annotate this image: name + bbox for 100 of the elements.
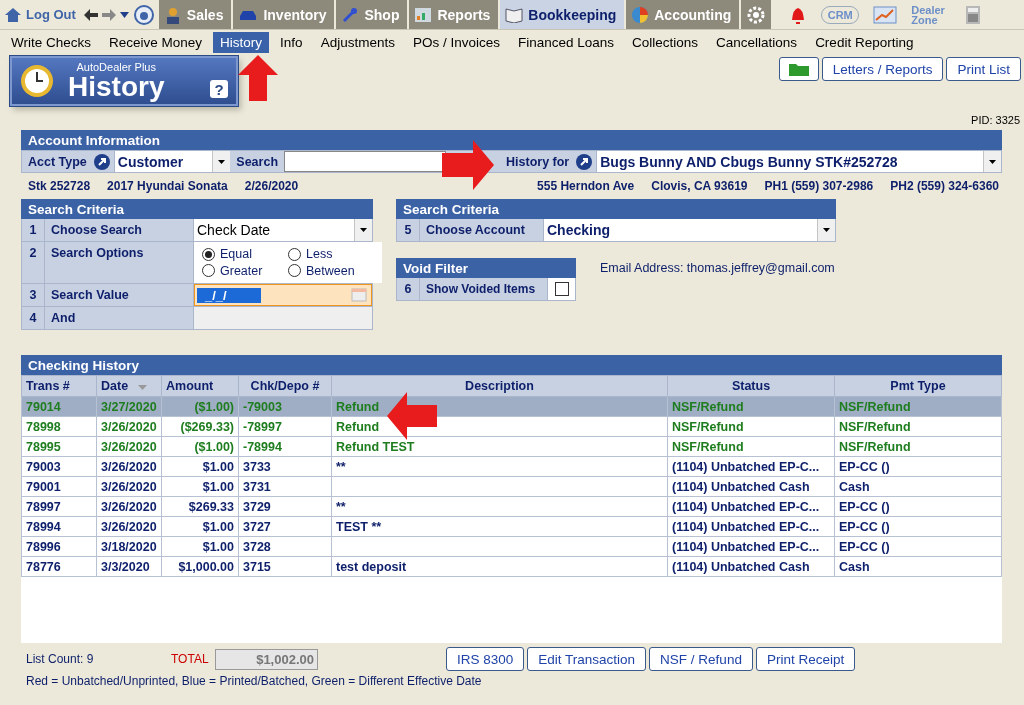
table-cell: 3/3/2020	[96, 556, 162, 577]
date-field[interactable]: _/_/	[194, 284, 372, 306]
action-button[interactable]: Print Receipt	[755, 647, 856, 671]
radio-option[interactable]: Less	[288, 247, 374, 262]
menu-item[interactable]: Receive Money	[102, 31, 210, 53]
table-cell: test deposit	[331, 556, 668, 577]
toolbar-button[interactable]: Letters / Reports	[821, 57, 944, 81]
table-cell: 3/26/2020	[96, 456, 162, 477]
table-cell: $269.33	[161, 496, 239, 517]
table-cell: 3727	[238, 516, 332, 537]
export-button[interactable]	[778, 57, 819, 81]
report-icon	[414, 6, 433, 23]
history-row[interactable]: 78994 3/26/2020 $1.00 3727 TEST ** (1104) Unbatched EP-C... EP-CC ()	[21, 516, 1002, 537]
column-header[interactable]: Description	[331, 375, 668, 397]
radio-button[interactable]	[202, 264, 215, 278]
left-arrow-icon	[387, 392, 437, 440]
menu-item[interactable]: Financed Loans	[510, 31, 622, 53]
radio-button[interactable]	[288, 264, 301, 278]
radio-option[interactable]: Between	[288, 263, 374, 278]
menu-item[interactable]: History	[213, 31, 270, 53]
table-cell: 79003	[21, 456, 97, 477]
column-header[interactable]: Amount	[161, 375, 239, 397]
panel-title: Search Criteria	[21, 199, 373, 219]
menu-item[interactable]: POs / Invoices	[405, 31, 507, 53]
settings-icon[interactable]	[746, 4, 767, 25]
column-header[interactable]: Date	[96, 375, 162, 397]
table-cell: Cash	[834, 476, 1002, 497]
field-label: Search	[235, 153, 280, 171]
acct-type-select[interactable]: Customer	[113, 151, 231, 172]
radio-option[interactable]: Equal	[202, 247, 288, 262]
history-row[interactable]: 79003 3/26/2020 $1.00 3733 ** (1104) Unbatched EP-C... EP-CC ()	[21, 456, 1002, 477]
column-header[interactable]: Status	[667, 375, 835, 397]
table-cell: EP-CC ()	[834, 496, 1002, 517]
table-cell: ($1.00)	[161, 436, 239, 457]
table-cell: ($269.33)	[161, 416, 239, 437]
page-title: History	[68, 73, 165, 101]
vehicle-info: Stk 252728	[28, 179, 91, 193]
table-cell: NSF/Refund	[834, 416, 1002, 437]
history-row[interactable]: 78995 3/26/2020 ($1.00) -78994 Refund TEST NSF/Refund NSF/Refund	[21, 436, 1002, 457]
table-cell: 3/18/2020	[96, 536, 162, 557]
back-arrow-icon[interactable]	[83, 8, 98, 21]
dropdown-caret-icon[interactable]	[119, 11, 129, 18]
folder-icon	[787, 61, 810, 77]
table-cell: -78994	[238, 436, 332, 457]
total-label: TOTAL	[171, 652, 210, 666]
pie-chart-icon	[631, 5, 650, 24]
search-field[interactable]	[284, 151, 447, 172]
wrench-icon	[341, 5, 360, 24]
menu-item[interactable]: Info	[273, 31, 310, 53]
table-cell: EP-CC ()	[834, 456, 1002, 477]
arrow-circle-icon[interactable]	[575, 152, 594, 171]
field-label: Acct Type	[27, 153, 88, 171]
table-cell: 3/26/2020	[96, 416, 162, 437]
history-for-select[interactable]: Bugs Bunny AND Cbugs Bunny STK#252728	[596, 151, 1001, 172]
list-count: List Count: 9	[26, 652, 95, 666]
menu-item[interactable]: Write Checks	[4, 31, 99, 53]
help-button[interactable]: ?	[210, 80, 228, 98]
contact-info: Clovis, CA 93619	[651, 179, 748, 193]
log-out-link[interactable]: Log Out	[0, 0, 80, 29]
history-row[interactable]: 79001 3/26/2020 $1.00 3731 (1104) Unbatched Cash Cash	[21, 476, 1002, 497]
column-header[interactable]: Pmt Type	[834, 375, 1002, 397]
arrow-circle-icon[interactable]	[92, 152, 111, 171]
menu-item[interactable]: Cancellations	[709, 31, 805, 53]
menu-item[interactable]: Collections	[625, 31, 706, 53]
table-cell: 78995	[21, 436, 97, 457]
column-header[interactable]: Chk/Depo #	[238, 375, 332, 397]
table-cell: 3/26/2020	[96, 476, 162, 497]
pid-label: PID: 3325	[971, 114, 1020, 126]
menu-item[interactable]: Credit Reporting	[808, 31, 921, 53]
toolbar-button[interactable]: Print List	[946, 57, 1021, 81]
table-cell: 78997	[21, 496, 97, 517]
radio-button[interactable]	[288, 247, 301, 261]
menu-item[interactable]: Adjustments	[313, 31, 402, 53]
contact-info: 555 Herndon Ave	[537, 179, 635, 193]
contact-info: PH2 (559) 324-6360	[890, 179, 999, 193]
field-label: History for	[505, 153, 571, 171]
dropdown-caret-icon[interactable]	[983, 151, 1001, 172]
radio-option[interactable]: Greater	[202, 263, 288, 278]
checkbox[interactable]	[554, 282, 569, 296]
table-cell: (1104) Unbatched Cash	[667, 476, 835, 497]
radio-button[interactable]	[202, 247, 215, 261]
history-row[interactable]: 78776 3/3/2020 $1,000.00 3715 test deposit (1104) Unbatched Cash Cash	[21, 556, 1002, 577]
table-cell: EP-CC ()	[834, 516, 1002, 537]
module-tab[interactable]: Bookkeeping	[500, 0, 625, 29]
dropdown-caret-icon[interactable]	[212, 151, 231, 172]
table-cell: NSF/Refund	[834, 436, 1002, 457]
action-button[interactable]: NSF / Refund	[649, 647, 753, 671]
chart-screen-icon[interactable]	[873, 5, 898, 24]
vehicle-info: 2017 Hyundai Sonata	[107, 179, 228, 193]
action-button[interactable]: IRS 8300	[446, 647, 525, 671]
history-row[interactable]: 78996 3/18/2020 $1.00 3728 (1104) Unbatched EP-C... EP-CC ()	[21, 536, 1002, 557]
table-cell: $1,000.00	[161, 556, 239, 577]
vehicle-info: 2/26/2020	[244, 179, 299, 193]
column-header[interactable]: Trans #	[21, 375, 97, 397]
contact-info: PH1 (559) 307-2986	[764, 179, 874, 193]
table-cell: 3/26/2020	[96, 436, 162, 457]
calculator-icon[interactable]	[965, 4, 982, 25]
table-cell: TEST **	[331, 516, 668, 537]
action-button[interactable]: Edit Transaction	[527, 647, 647, 671]
history-row[interactable]: 78997 3/26/2020 $269.33 3729 ** (1104) Unbatched EP-C... EP-CC ()	[21, 496, 1002, 517]
